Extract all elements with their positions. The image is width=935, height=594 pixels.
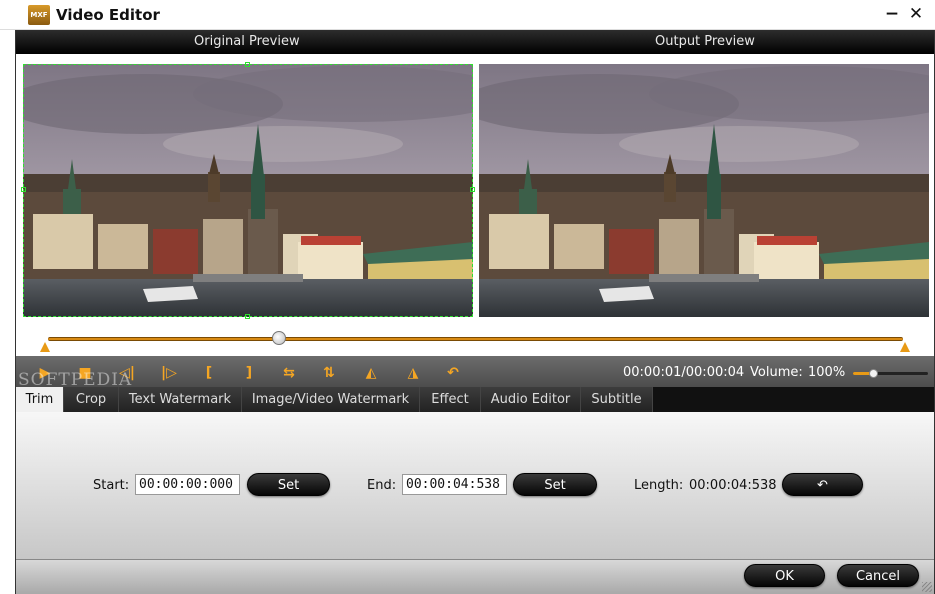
original-preview-label: Original Preview bbox=[194, 34, 300, 49]
volume-slider-thumb[interactable] bbox=[869, 369, 879, 378]
undo-icon[interactable]: ↶ bbox=[442, 362, 464, 384]
time-readout: 00:00:01/00:00:04 bbox=[623, 365, 745, 380]
mark-in-icon[interactable]: [ bbox=[198, 362, 220, 384]
tab-effect[interactable]: Effect bbox=[420, 387, 481, 412]
original-cityscape-image bbox=[23, 64, 473, 317]
start-set-button[interactable]: Set bbox=[247, 473, 330, 496]
window-title: Video Editor bbox=[56, 6, 160, 24]
output-video-frame bbox=[479, 64, 929, 317]
tab-audio-editor[interactable]: Audio Editor bbox=[481, 387, 581, 412]
length-label: Length: bbox=[634, 478, 684, 493]
preview-area bbox=[16, 54, 934, 324]
playback-toolbar: ▶ ■ ◁| |▷ [ ] ⇆ ⇅ ◭ ◮ ↶ 00:00:01/00:00:0… bbox=[16, 356, 934, 390]
step-forward-icon[interactable]: |▷ bbox=[154, 362, 184, 384]
flip-vertical-icon[interactable]: ◮ bbox=[402, 362, 424, 384]
volume-value: 100% bbox=[808, 365, 846, 380]
output-cityscape-image bbox=[479, 64, 929, 317]
step-back-icon[interactable]: ◁| bbox=[112, 362, 142, 384]
tab-subtitle[interactable]: Subtitle bbox=[581, 387, 653, 412]
trim-start-marker[interactable] bbox=[40, 342, 50, 352]
minimize-button[interactable]: − bbox=[882, 4, 902, 24]
seek-bar[interactable] bbox=[48, 337, 903, 341]
end-label: End: bbox=[367, 478, 397, 493]
start-label: Start: bbox=[93, 478, 130, 493]
flip-horizontal-icon[interactable]: ◭ bbox=[360, 362, 382, 384]
stop-icon[interactable]: ■ bbox=[74, 362, 96, 384]
tab-text-watermark[interactable]: Text Watermark bbox=[119, 387, 242, 412]
length-value: 00:00:04:538 bbox=[689, 478, 777, 493]
editor-frame: Original Preview Output Preview ▶ ■ ◁| |… bbox=[15, 30, 935, 594]
mark-out-icon[interactable]: ] bbox=[238, 362, 260, 384]
output-preview-label: Output Preview bbox=[655, 34, 755, 49]
volume-label: Volume: bbox=[750, 365, 803, 380]
trim-end-marker[interactable] bbox=[900, 342, 910, 352]
close-button[interactable]: ✕ bbox=[906, 4, 926, 24]
ok-button[interactable]: OK bbox=[744, 564, 825, 587]
end-time-field[interactable] bbox=[402, 474, 507, 495]
app-logo-icon: MXF bbox=[28, 5, 50, 25]
seek-area bbox=[16, 324, 934, 356]
tab-trim[interactable]: Trim bbox=[16, 387, 64, 412]
seek-thumb[interactable] bbox=[271, 331, 286, 345]
reset-trim-button[interactable]: ↶ bbox=[782, 473, 863, 496]
tab-crop[interactable]: Crop bbox=[64, 387, 119, 412]
trim-panel: Start: Set End: Set Length: 00:00:04:538… bbox=[16, 412, 934, 560]
play-icon[interactable]: ▶ bbox=[34, 362, 56, 384]
reset-icon: ↶ bbox=[817, 478, 828, 493]
title-bar: MXF Video Editor − ✕ bbox=[0, 0, 935, 30]
dialog-footer: OK Cancel bbox=[16, 560, 934, 594]
end-set-button[interactable]: Set bbox=[513, 473, 597, 496]
preview-header: Original Preview Output Preview bbox=[16, 30, 934, 54]
start-time-field[interactable] bbox=[135, 474, 240, 495]
volume-slider[interactable] bbox=[853, 369, 928, 378]
resize-grip-icon[interactable] bbox=[922, 582, 932, 592]
swap-horizontal-icon[interactable]: ⇆ bbox=[278, 362, 300, 384]
cancel-button[interactable]: Cancel bbox=[837, 564, 919, 587]
editor-tabs: Trim Crop Text Watermark Image/Video Wat… bbox=[16, 387, 934, 412]
swap-vertical-icon[interactable]: ⇅ bbox=[318, 362, 340, 384]
tab-image-video-watermark[interactable]: Image/Video Watermark bbox=[242, 387, 420, 412]
original-video-frame bbox=[23, 64, 473, 317]
